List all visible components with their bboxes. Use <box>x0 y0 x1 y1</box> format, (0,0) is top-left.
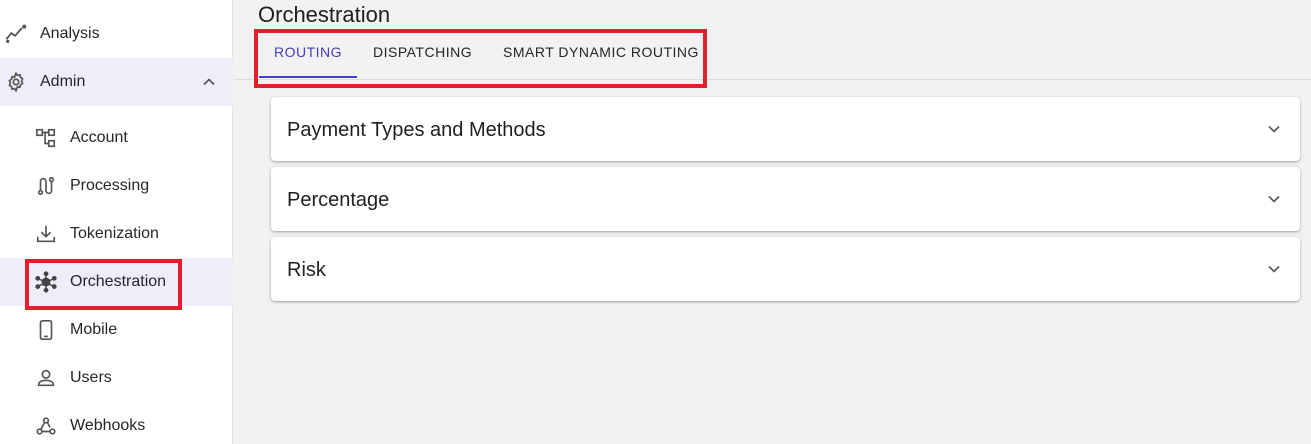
active-tab-indicator <box>259 76 357 78</box>
sidebar-item-processing[interactable]: Processing <box>0 162 233 210</box>
accordion-title: Payment Types and Methods <box>287 119 546 141</box>
chevron-down-icon[interactable] <box>1262 117 1286 141</box>
sidebar-item-label: Tokenization <box>70 225 159 242</box>
hub-icon <box>34 270 58 294</box>
sidebar-item-label: Analysis <box>40 25 100 42</box>
chevron-down-icon[interactable] <box>1262 187 1286 211</box>
sidebar-item-webhooks[interactable]: Webhooks <box>0 402 233 444</box>
phone-icon <box>34 318 58 342</box>
sidebar-item-users[interactable]: Users <box>0 354 233 402</box>
sidebar-item-admin[interactable]: Admin <box>0 58 233 106</box>
sidebar-item-label: Admin <box>40 73 86 90</box>
sidebar-item-label: Mobile <box>70 321 118 338</box>
sidebar-item-label: Account <box>70 129 128 146</box>
webhook-icon <box>34 414 58 438</box>
accordion-title: Percentage <box>287 189 390 211</box>
sidebar: Analysis Admin Account Processing Tokeni… <box>0 0 233 444</box>
sidebar-item-label: Webhooks <box>70 417 146 434</box>
sidebar-item-analysis[interactable]: Analysis <box>0 10 233 58</box>
analysis-trend-icon <box>4 22 28 46</box>
sidebar-item-label: Users <box>70 369 112 386</box>
gear-icon <box>4 70 28 94</box>
sidebar-item-mobile[interactable]: Mobile <box>0 306 233 354</box>
download-icon <box>34 222 58 246</box>
account-tree-icon <box>34 126 58 150</box>
tab-routing[interactable]: ROUTING <box>274 44 342 64</box>
tabs-divider <box>234 79 1311 80</box>
accordion-title: Risk <box>287 259 326 281</box>
person-icon <box>34 366 58 390</box>
tab-dispatching[interactable]: DISPATCHING <box>373 44 472 64</box>
sidebar-item-label: Processing <box>70 177 150 194</box>
tab-smart-dynamic-routing[interactable]: SMART DYNAMIC ROUTING <box>503 44 699 64</box>
accordion-risk[interactable]: Risk <box>271 237 1300 301</box>
chevron-down-icon[interactable] <box>1262 257 1286 281</box>
main-content: Orchestration ROUTING DISPATCHING SMART … <box>234 0 1311 444</box>
accordion-payment-types-and-methods[interactable]: Payment Types and Methods <box>271 97 1300 161</box>
route-icon <box>34 174 58 198</box>
sidebar-item-account[interactable]: Account <box>0 114 233 162</box>
accordion-percentage[interactable]: Percentage <box>271 167 1300 231</box>
chevron-up-icon[interactable] <box>197 70 221 94</box>
page-title: Orchestration <box>258 2 391 27</box>
sidebar-item-tokenization[interactable]: Tokenization <box>0 210 233 258</box>
sidebar-item-orchestration[interactable]: Orchestration <box>0 258 233 306</box>
sidebar-item-label: Orchestration <box>70 273 167 290</box>
